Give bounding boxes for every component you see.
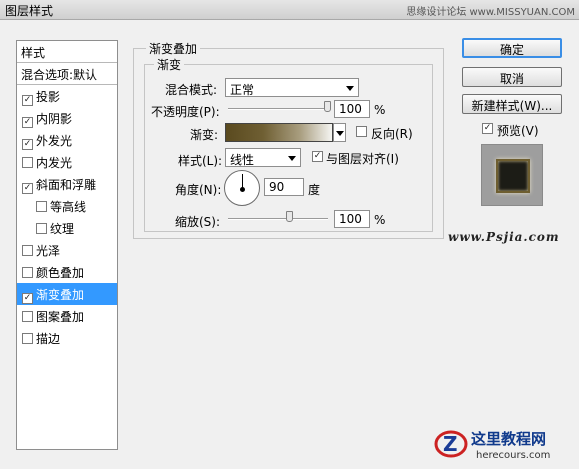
style-item-checkbox[interactable] (36, 201, 47, 212)
align-with-layer-label: 与图层对齐(I) (326, 152, 399, 166)
preview-label: 预览(V) (497, 124, 539, 138)
cancel-button[interactable]: 取消 (462, 67, 562, 87)
chevron-down-icon (346, 86, 354, 91)
style-item[interactable]: 内发光 (17, 151, 117, 173)
blending-options-item[interactable]: 混合选项:默认 (17, 63, 117, 85)
styles-header[interactable]: 样式 (17, 41, 117, 63)
style-item-checkbox[interactable]: ✓ (22, 117, 33, 128)
gradient-picker-dropdown[interactable] (333, 123, 346, 142)
opacity-percent-label: % (374, 103, 386, 117)
scale-slider-thumb[interactable] (286, 211, 293, 222)
dialog-title: 图层样式 (5, 4, 54, 18)
ok-button[interactable]: 确定 (462, 38, 562, 58)
style-item-label: 渐变叠加 (36, 288, 85, 302)
reverse-label: 反向(R) (371, 127, 413, 141)
styles-list: 样式 混合选项:默认 ✓ 投影 ✓ 内阴影 ✓ 外发光 内发光 ✓ 斜面和浮雕 等高线 纹理 光泽 颜色… (16, 40, 118, 450)
blend-mode-label: 混合模式: (165, 83, 218, 97)
gradient-swatch[interactable] (225, 123, 333, 142)
angle-unit-label: 度 (308, 183, 321, 197)
brand-logo-icon: Z (434, 430, 468, 458)
align-with-layer-checkbox[interactable]: ✓ (312, 151, 323, 162)
style-item-checkbox[interactable]: ✓ (22, 293, 33, 304)
style-item-checkbox[interactable] (22, 157, 33, 168)
top-watermark: 思缘设计论坛 www.MISSYUAN.COM (406, 7, 575, 18)
style-items-container: ✓ 投影 ✓ 内阴影 ✓ 外发光 内发光 ✓ 斜面和浮雕 等高线 纹理 光泽 颜色叠加 ✓ 渐变叠加 图案叠加… (17, 85, 117, 349)
style-item-checkbox[interactable]: ✓ (22, 95, 33, 106)
opacity-label: 不透明度(P): (151, 105, 220, 119)
style-item-label: 等高线 (50, 200, 87, 214)
style-item-label: 描边 (36, 332, 61, 346)
style-label: 样式(L): (178, 154, 223, 168)
angle-label: 角度(N): (175, 183, 222, 197)
new-style-button[interactable]: 新建样式(W)... (462, 94, 562, 114)
style-preview (481, 144, 543, 206)
opacity-slider-thumb[interactable] (324, 101, 331, 112)
style-item-checkbox[interactable] (22, 267, 33, 278)
preview-checkbox[interactable]: ✓ (482, 123, 493, 134)
scale-input[interactable]: 100 (334, 210, 370, 228)
gradient-overlay-title: 渐变叠加 (146, 40, 201, 57)
style-item[interactable]: ✓ 斜面和浮雕 (17, 173, 117, 195)
style-item-label: 内发光 (36, 156, 73, 170)
angle-center (240, 187, 245, 192)
style-item[interactable]: 图案叠加 (17, 305, 117, 327)
angle-dial[interactable] (224, 170, 260, 206)
blend-mode-value: 正常 (230, 83, 255, 97)
site-watermark: www.Psjia.com (448, 230, 560, 244)
style-item-checkbox[interactable] (22, 311, 33, 322)
opacity-input[interactable]: 100 (334, 100, 370, 118)
gradient-style-value: 线性 (230, 153, 255, 167)
scale-slider-track[interactable] (228, 218, 328, 220)
style-item[interactable]: ✓ 投影 (17, 85, 117, 107)
brand-name-en: herecours.com (476, 450, 551, 461)
preview-thumbnail (496, 159, 530, 193)
style-item-label: 外发光 (36, 134, 73, 148)
style-item[interactable]: 颜色叠加 (17, 261, 117, 283)
gradient-label: 渐变: (190, 128, 219, 142)
style-item-label: 图案叠加 (36, 310, 85, 324)
style-item-label: 颜色叠加 (36, 266, 85, 280)
svg-text:Z: Z (443, 432, 458, 456)
style-item-label: 内阴影 (36, 112, 73, 126)
blend-mode-select[interactable]: 正常 (225, 78, 359, 97)
scale-label: 缩放(S): (175, 215, 221, 229)
style-item[interactable]: 等高线 (17, 195, 117, 217)
style-item-checkbox[interactable]: ✓ (22, 139, 33, 150)
opacity-slider-track[interactable] (228, 108, 328, 110)
chevron-down-icon (288, 156, 296, 161)
style-item-checkbox[interactable] (22, 245, 33, 256)
style-item[interactable]: ✓ 渐变叠加 (17, 283, 117, 305)
scale-percent-label: % (374, 213, 386, 227)
style-item[interactable]: ✓ 内阴影 (17, 107, 117, 129)
style-item-label: 光泽 (36, 244, 61, 258)
gradient-style-select[interactable]: 线性 (225, 148, 301, 167)
style-item-checkbox[interactable] (36, 223, 47, 234)
gradient-subgroup-title: 渐变 (154, 56, 185, 73)
style-item-checkbox[interactable]: ✓ (22, 183, 33, 194)
reverse-checkbox[interactable] (356, 126, 367, 137)
angle-input[interactable]: 90 (264, 178, 304, 196)
style-item[interactable]: 描边 (17, 327, 117, 349)
style-item-label: 投影 (36, 90, 61, 104)
title-bar: 图层样式 思缘设计论坛 www.MISSYUAN.COM (0, 0, 579, 20)
style-item-label: 斜面和浮雕 (36, 178, 97, 192)
style-item[interactable]: 纹理 (17, 217, 117, 239)
style-item-checkbox[interactable] (22, 333, 33, 344)
style-item-label: 纹理 (50, 222, 75, 236)
style-item[interactable]: ✓ 外发光 (17, 129, 117, 151)
chevron-down-icon (336, 131, 344, 136)
brand-name-cn: 这里教程网 (471, 430, 547, 448)
style-item[interactable]: 光泽 (17, 239, 117, 261)
